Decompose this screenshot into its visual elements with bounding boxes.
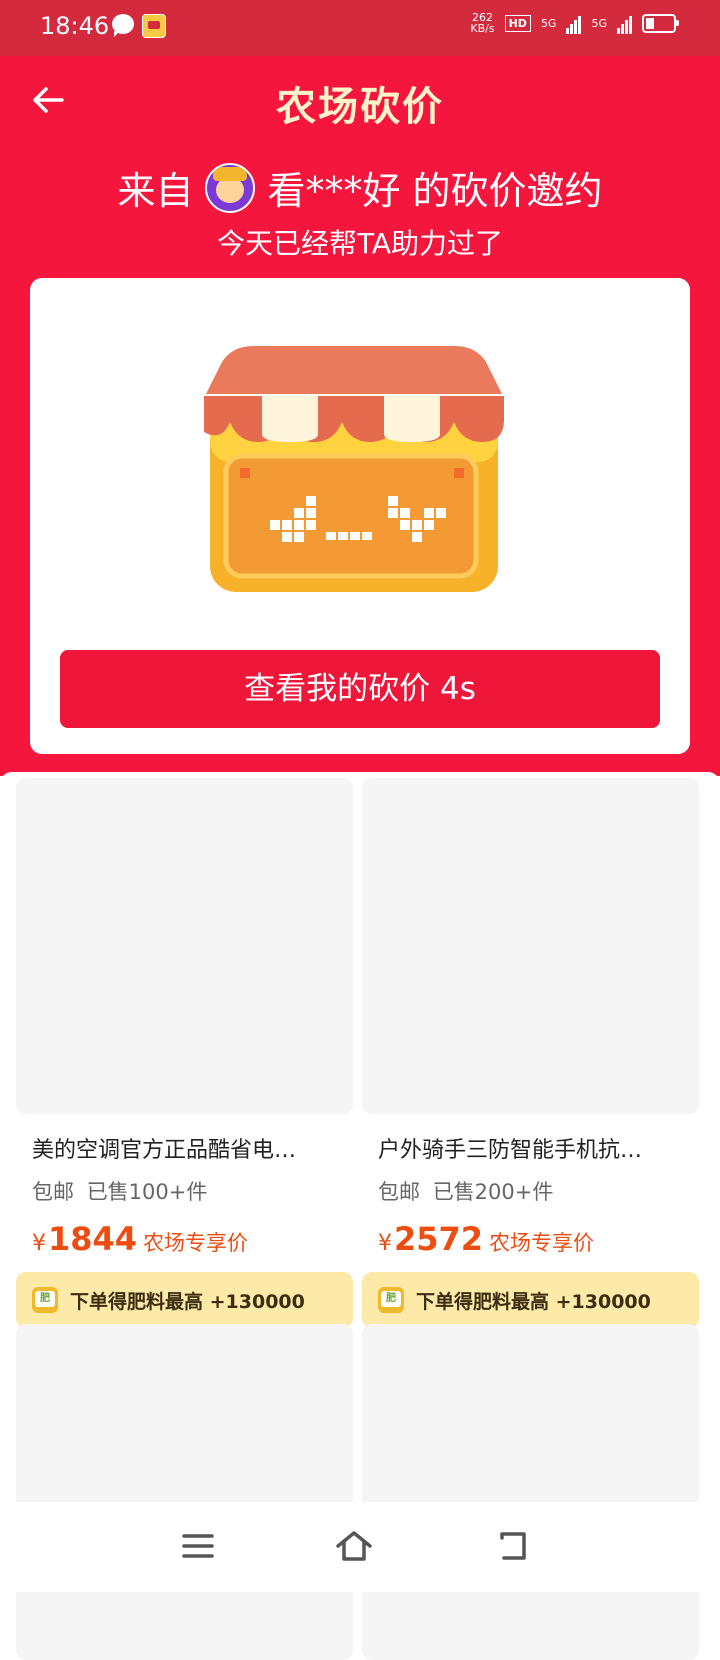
fertilizer-promo[interactable]: 下单得肥料最高 +130000 (362, 1272, 699, 1328)
home-icon[interactable] (334, 1528, 374, 1564)
currency-symbol: ¥ (378, 1231, 392, 1256)
signal-icon (566, 12, 582, 34)
fertilizer-promo[interactable]: 下单得肥料最高 +130000 (16, 1272, 353, 1328)
price-label: 农场专享价 (143, 1231, 249, 1255)
page-title: 农场砍价 (276, 84, 444, 130)
view-my-bargain-button[interactable]: 查看我的砍价 4s (60, 650, 660, 728)
invite-suffix: 的砍价邀约 (412, 169, 603, 213)
product-name[interactable]: 户外骑手三防智能手机抗… (378, 1132, 678, 1164)
sim1-network-label: 5G (540, 16, 557, 30)
menu-icon[interactable] (178, 1528, 218, 1564)
product-card[interactable]: 户外骑手三防智能手机抗… 包邮 已售200+件 ¥ 2572 农场专享价 下单得… (362, 778, 699, 1328)
chat-icon (112, 14, 134, 37)
battery-icon (642, 13, 679, 33)
signal-icon-2 (617, 12, 632, 34)
fertilizer-bag-icon (378, 1287, 404, 1313)
product-price: ¥ 1844 农场专享价 (32, 1220, 353, 1258)
product-image[interactable] (16, 778, 353, 1114)
speed-unit: KB/s (470, 22, 495, 35)
hd-badge: HD (504, 14, 531, 32)
status-bar: 18:46 262 KB/s HD 5G 5G (0, 0, 720, 56)
status-time: 18:46 (40, 12, 110, 40)
product-meta: 包邮 已售200+件 (378, 1176, 699, 1206)
product-price: ¥ 2572 农场专享价 (378, 1220, 699, 1258)
invite-line: 来自 看***好 的砍价邀约 (0, 160, 720, 215)
bargain-card: 查看我的砍价 4s (30, 278, 690, 754)
promo-text: 下单得肥料最高 +130000 (416, 1290, 651, 1313)
app-notification-icon (142, 14, 166, 38)
shipping-label: 包邮 (32, 1180, 74, 1204)
product-card[interactable]: 美的空调官方正品酷省电… 包邮 已售100+件 ¥ 1844 农场专享价 下单得… (16, 778, 353, 1328)
shop-icon (204, 346, 504, 592)
product-image[interactable] (16, 1324, 353, 1660)
help-status-text: 今天已经帮TA助力过了 (216, 227, 504, 260)
price-amount: 2572 (394, 1220, 484, 1258)
fertilizer-bag-icon (32, 1287, 58, 1313)
price-label: 农场专享价 (489, 1231, 595, 1255)
status-indicators: 262 KB/s HD 5G 5G (470, 12, 679, 34)
product-meta: 包邮 已售100+件 (32, 1176, 353, 1206)
product-image[interactable] (362, 778, 699, 1114)
sold-count: 已售200+件 (432, 1180, 554, 1204)
inviter-name: 看***好 (267, 169, 401, 213)
product-card[interactable] (16, 1324, 353, 1660)
product-grid: 美的空调官方正品酷省电… 包邮 已售100+件 ¥ 1844 农场专享价 下单得… (0, 772, 720, 1660)
shipping-label: 包邮 (378, 1180, 420, 1204)
invite-prefix: 来自 (117, 169, 194, 213)
notification-icons (112, 14, 166, 38)
price-amount: 1844 (48, 1220, 138, 1258)
currency-symbol: ¥ (32, 1231, 46, 1256)
network-speed: 262 KB/s (470, 12, 494, 34)
sim2-network-label: 5G (591, 16, 607, 30)
product-card[interactable] (362, 1324, 699, 1660)
product-image[interactable] (362, 1324, 699, 1660)
avatar (205, 162, 256, 213)
product-name[interactable]: 美的空调官方正品酷省电… (32, 1132, 332, 1164)
promo-text: 下单得肥料最高 +130000 (70, 1290, 305, 1313)
sold-count: 已售100+件 (86, 1180, 208, 1204)
system-nav-bar (0, 1502, 720, 1592)
back-icon[interactable] (494, 1528, 534, 1564)
